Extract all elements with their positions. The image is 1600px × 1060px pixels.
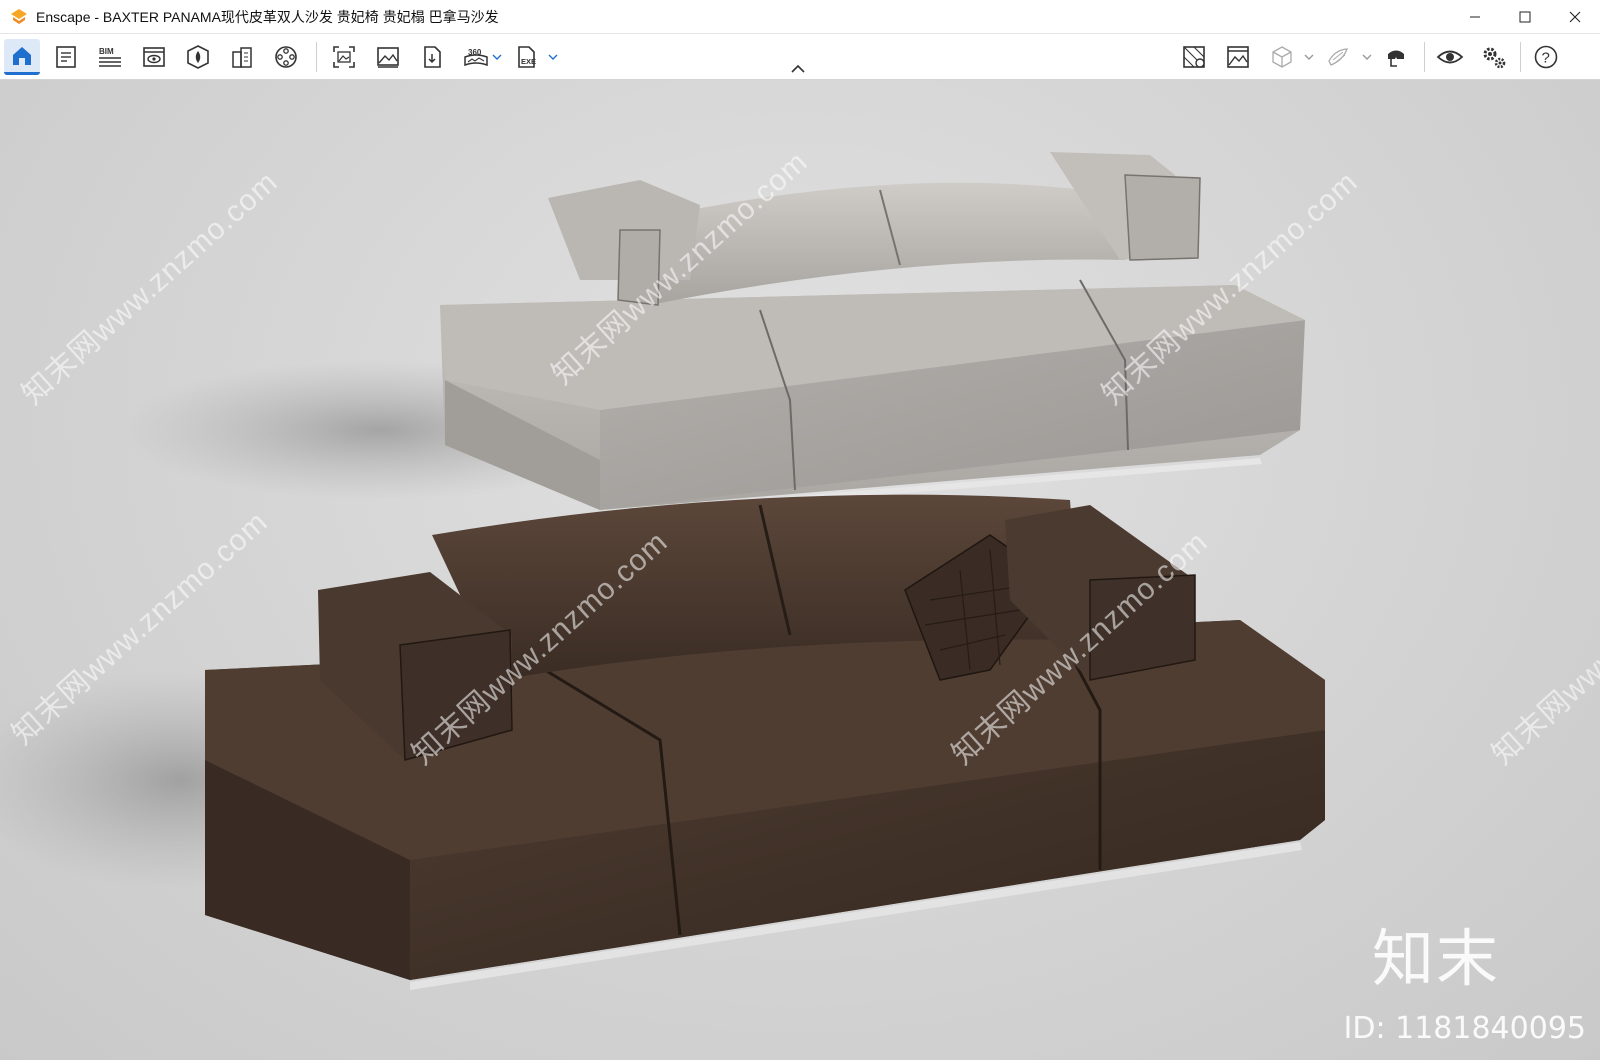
- section-icon: [1328, 48, 1348, 66]
- enscape-logo-icon: [11, 8, 27, 24]
- title-bar: Enscape - BAXTER PANAMA现代皮革双人沙发 贵妃椅 贵妃榻 …: [0, 0, 1600, 34]
- material-icon: [1183, 46, 1205, 68]
- bim-icon: BIM: [99, 47, 121, 67]
- maximize-button[interactable]: [1500, 0, 1550, 34]
- chevron-down-icon[interactable]: [492, 52, 502, 62]
- maximize-icon: [1519, 11, 1531, 23]
- vr-headset-icon: [1388, 50, 1404, 67]
- close-button[interactable]: [1550, 0, 1600, 34]
- section-button[interactable]: [1320, 39, 1356, 75]
- exe-export-button[interactable]: EXE: [508, 39, 544, 75]
- visibility-icon: [1436, 50, 1464, 64]
- chevron-down-icon[interactable]: [1362, 52, 1372, 62]
- building-button[interactable]: [224, 39, 260, 75]
- minimize-icon: [1470, 16, 1480, 18]
- exe-export-icon: EXE: [518, 46, 536, 68]
- svg-text:BIM: BIM: [99, 47, 114, 56]
- sheet-button[interactable]: [48, 39, 84, 75]
- asset-icon: [187, 45, 209, 69]
- help-button[interactable]: ?: [1528, 39, 1564, 75]
- collapse-toolbar-icon[interactable]: [791, 64, 805, 74]
- cube-view-icon: [1272, 46, 1292, 68]
- render-image-icon: [1227, 46, 1249, 68]
- view-button[interactable]: [136, 39, 172, 75]
- export-file-icon: [424, 46, 441, 68]
- home-icon: [13, 46, 31, 65]
- settings-button[interactable]: [1476, 39, 1512, 75]
- export-file-button[interactable]: [414, 39, 450, 75]
- chevron-down-icon[interactable]: [548, 52, 558, 62]
- bim-button[interactable]: BIM: [92, 39, 128, 75]
- close-icon: [1569, 11, 1581, 23]
- material-button[interactable]: [1176, 39, 1212, 75]
- view-icon: [143, 47, 165, 67]
- render-image-button[interactable]: [1220, 39, 1256, 75]
- panorama-button[interactable]: 360: [458, 39, 494, 75]
- svg-text:?: ?: [1542, 50, 1550, 67]
- image-button[interactable]: [370, 39, 406, 75]
- brand-watermark: 知末: [1371, 922, 1500, 995]
- screenshot-icon: [333, 46, 355, 68]
- svg-text:EXE: EXE: [521, 57, 536, 66]
- image-id-label: ID: 1181840095: [1343, 1011, 1586, 1046]
- media-button[interactable]: [268, 39, 304, 75]
- asset-library-button[interactable]: [180, 39, 216, 75]
- help-icon: ?: [1534, 45, 1558, 69]
- vr-headset-button[interactable]: [1378, 39, 1414, 75]
- minimize-button[interactable]: [1450, 0, 1500, 34]
- window-title: Enscape - BAXTER PANAMA现代皮革双人沙发 贵妃椅 贵妃榻 …: [36, 8, 499, 25]
- settings-icon: [1483, 47, 1506, 69]
- sheet-icon: [56, 46, 76, 68]
- visibility-button[interactable]: [1432, 39, 1468, 75]
- image-icon: [377, 47, 399, 68]
- cube-view-button[interactable]: [1264, 39, 1300, 75]
- building-icon: [232, 47, 252, 68]
- screenshot-button[interactable]: [326, 39, 362, 75]
- home-button[interactable]: [4, 39, 40, 75]
- panorama-360-icon: 360: [464, 48, 488, 67]
- chevron-down-icon[interactable]: [1304, 52, 1314, 62]
- render-viewport[interactable]: 知末网www.znzmo.com 知末网www.znzmo.com 知末网www…: [0, 80, 1600, 1060]
- media-icon: [275, 46, 297, 68]
